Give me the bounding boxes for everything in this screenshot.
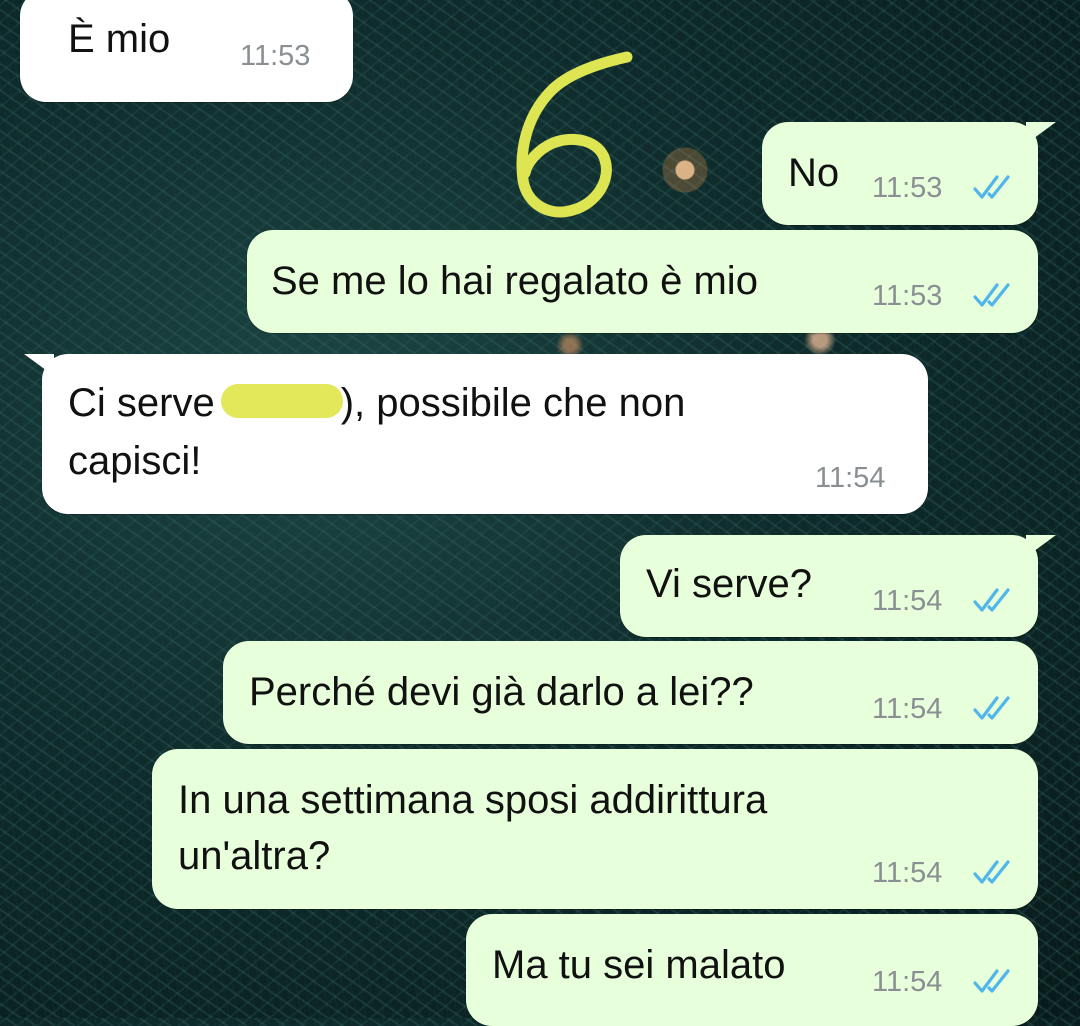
message-bubble-incoming[interactable]: Ci serve ), possibile che non capisci! 11… <box>24 354 928 514</box>
handwritten-number-annotation <box>516 51 633 218</box>
message-time: 11:54 <box>872 693 943 725</box>
message-bubble-outgoing[interactable]: Ma tu sei malato 11:54 <box>466 914 1038 1026</box>
read-double-check-icon <box>972 585 1016 615</box>
message-text: Perché devi già darlo a lei?? <box>249 670 754 714</box>
message-time: 11:54 <box>872 966 943 998</box>
read-double-check-icon <box>972 693 1016 723</box>
message-text: Se me lo hai regalato è mio <box>271 259 758 303</box>
message-time: 11:54 <box>872 857 943 889</box>
message-time: 11:53 <box>872 172 943 204</box>
read-double-check-icon <box>972 966 1016 996</box>
message-text: No <box>788 151 840 195</box>
message-text-line2: capisci! <box>68 439 202 483</box>
message-text: In una settimana sposi addirittura <box>178 778 768 822</box>
message-bubble-outgoing[interactable]: Perché devi già darlo a lei?? 11:54 <box>223 641 1038 744</box>
message-time: 11:54 <box>872 585 943 617</box>
message-bubble-outgoing[interactable]: Vi serve? 11:54 <box>620 535 1056 637</box>
read-double-check-icon <box>972 172 1016 202</box>
message-bubble-incoming[interactable]: È mio 11:53 <box>20 0 353 102</box>
message-bubble-outgoing[interactable]: No 11:53 <box>762 122 1056 225</box>
message-time: 11:53 <box>240 40 311 72</box>
read-double-check-icon <box>972 280 1016 310</box>
message-text: Ma tu sei malato <box>492 943 786 987</box>
message-text-after: ), possibile che non <box>340 381 686 425</box>
message-bubble-outgoing[interactable]: In una settimana sposi addirittura un'al… <box>152 749 1038 909</box>
message-time: 11:53 <box>872 280 943 312</box>
message-bubble-outgoing[interactable]: Se me lo hai regalato è mio 11:53 <box>247 230 1038 333</box>
message-text: È mio <box>68 17 171 61</box>
redaction-mark <box>220 384 343 419</box>
message-text: Vi serve? <box>646 562 813 606</box>
message-text: Ci serve ), possibile che non <box>68 374 685 432</box>
message-time: 11:54 <box>815 462 886 494</box>
read-double-check-icon <box>972 857 1016 887</box>
message-text-before: Ci serve <box>68 381 215 425</box>
message-text-line2: un'altra? <box>178 834 331 878</box>
